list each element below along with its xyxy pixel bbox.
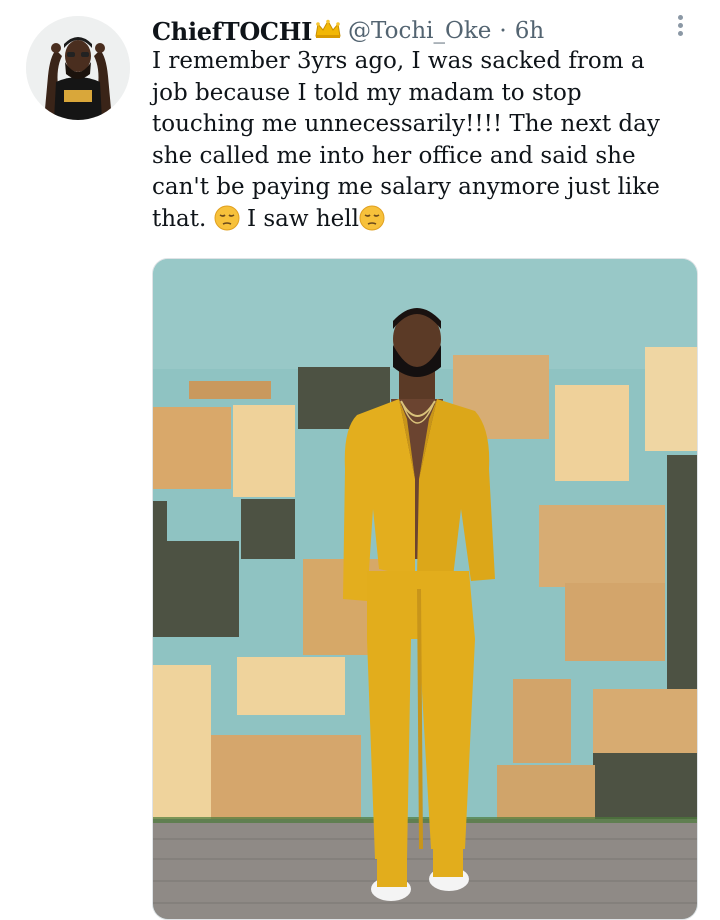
pensive-face-emoji — [214, 205, 240, 241]
tweet-text-line: touching me unnecessarily!!!! The next d… — [152, 111, 660, 137]
tweet-text-line: she called me into her office and said s… — [152, 142, 636, 169]
tweet-header: ChiefTOCHI @Tochi_Oke · 6h — [152, 14, 544, 48]
tweet-text-line: job because I told my madam to stop — [152, 79, 582, 106]
display-name[interactable]: ChiefTOCHI — [152, 17, 312, 46]
tweet-media-photo[interactable] — [152, 258, 698, 920]
tweet-text-segment: that. — [152, 205, 207, 232]
more-options-icon[interactable] — [672, 12, 688, 42]
tweet-text: I remember 3yrs ago, I was sacked from a… — [152, 46, 700, 240]
timestamp[interactable]: 6h — [515, 18, 544, 44]
tweet-text-line: I remember 3yrs ago, I was sacked from a — [152, 48, 645, 74]
pensive-face-emoji — [359, 205, 385, 241]
crown-icon — [314, 19, 342, 43]
tweet-text-line-last: that. I saw hell — [152, 204, 700, 241]
separator-dot: · — [499, 18, 507, 44]
avatar[interactable] — [26, 16, 130, 120]
user-handle[interactable]: @Tochi_Oke — [348, 18, 491, 44]
tweet-text-line: can't be paying me salary anymore just l… — [152, 174, 660, 200]
tweet-text-segment: I saw hell — [246, 205, 359, 232]
tweet-card: ChiefTOCHI @Tochi_Oke · 6h I remember 3y… — [0, 0, 720, 920]
